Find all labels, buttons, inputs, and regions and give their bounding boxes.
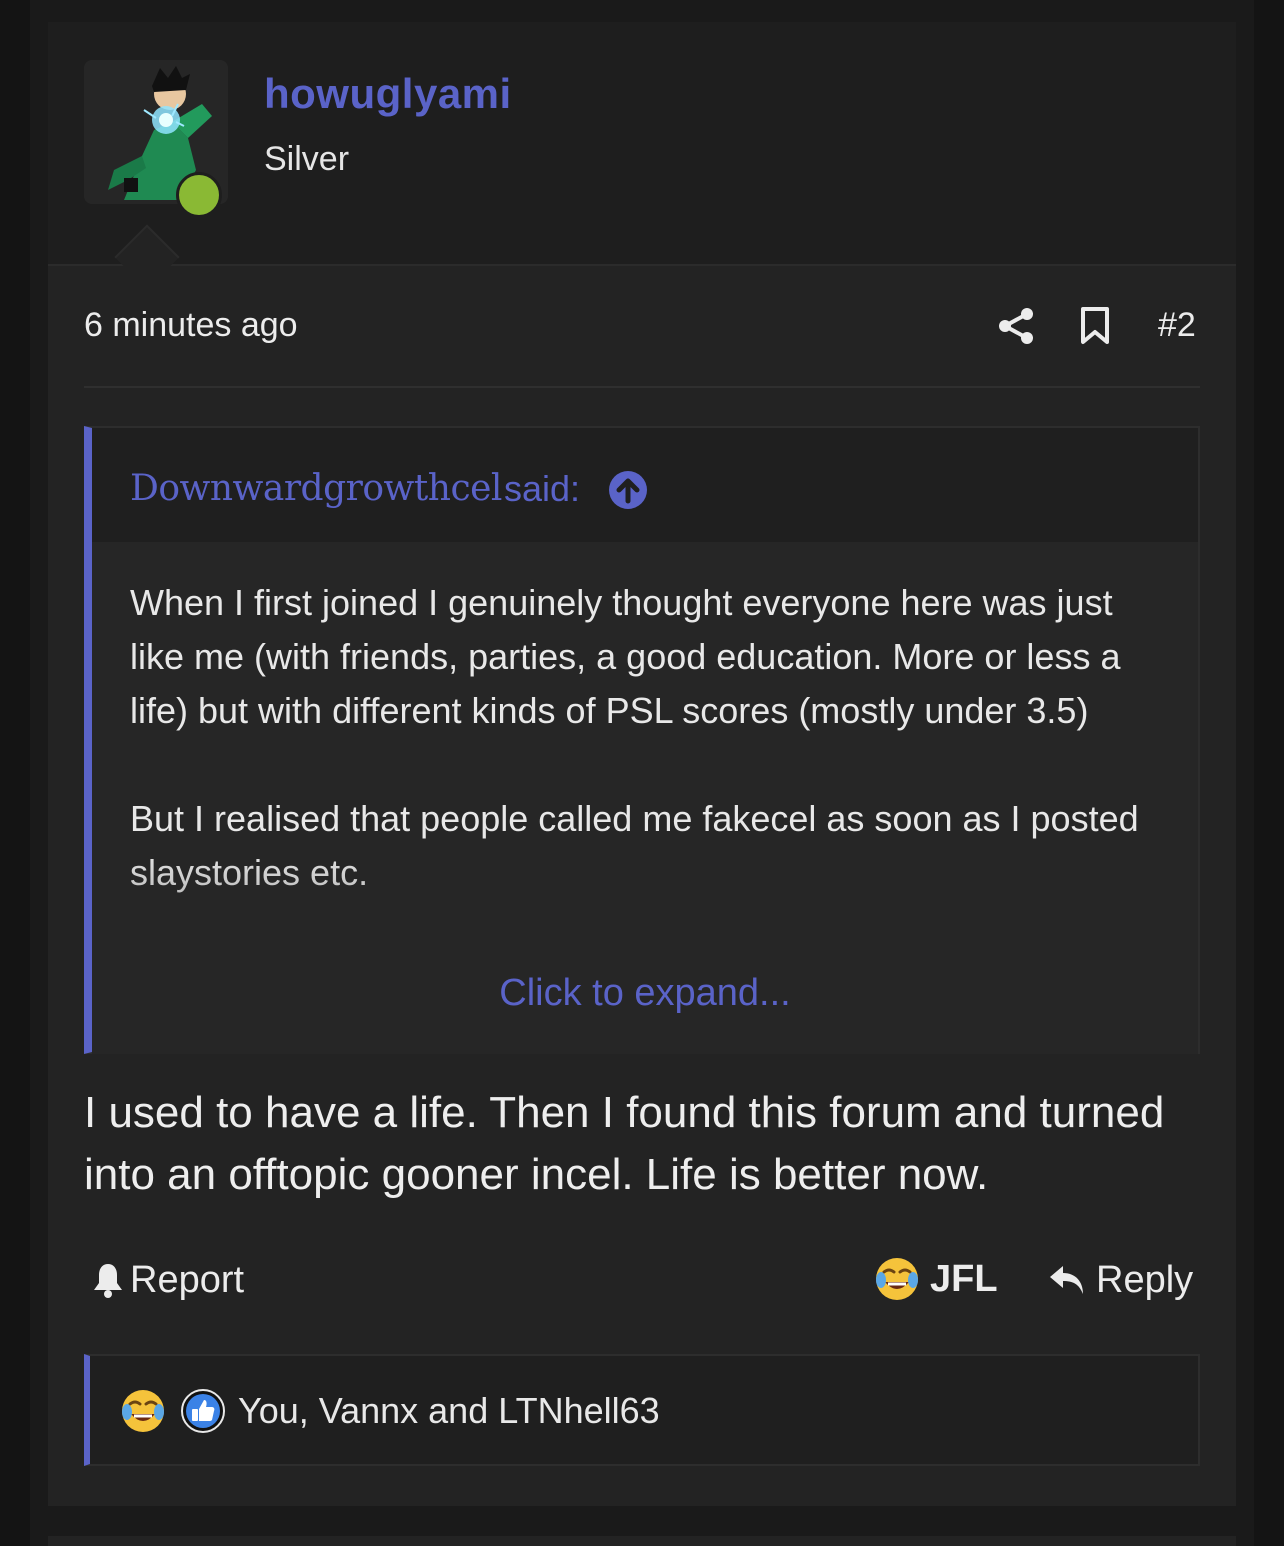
bell-icon [94,1264,122,1298]
user-rank-title: Silver [264,140,350,178]
next-post-edge [48,1536,1236,1546]
report-label: Report [130,1258,245,1301]
bookmark-icon[interactable] [1080,306,1110,346]
quote-paragraph: But I realised that people called me fak… [130,798,1139,893]
reply-label: Reply [1096,1258,1194,1301]
reaction-button[interactable]: JFL [874,1254,998,1304]
quote-header: Downwardgrowthcel said: [92,428,1198,542]
thumbs-up-icon [181,1389,225,1433]
post-actions-bar: Report JFL Reply [84,1252,1200,1308]
post-user-header: howuglyami Silver [48,22,1236,266]
page-margin-right [1254,0,1284,1546]
arrow-up-circle-icon[interactable] [608,470,648,510]
quote-block: Downwardgrowthcel said: When I first joi… [84,426,1200,1054]
click-to-expand-link[interactable]: Click to expand... [92,972,1198,1015]
reactions-summary-bar[interactable]: You, Vannx and LTNhell63 [84,1354,1200,1466]
quote-author-link[interactable]: Downwardgrowthcel [130,468,502,509]
divider [84,386,1200,388]
joy-cry-emoji-icon [122,1390,164,1432]
post-number-link[interactable]: #2 [1158,306,1196,345]
page-margin-left [0,0,30,1546]
reply-button[interactable]: Reply [1048,1258,1193,1302]
joy-cry-emoji-icon [876,1258,918,1300]
online-status-indicator [176,172,222,218]
share-icon[interactable] [996,306,1036,346]
reactions-users-list[interactable]: You, Vannx and LTNhell63 [238,1390,660,1432]
quote-said-label: said: [504,468,581,509]
quote-text: When I first joined I genuinely thought … [130,576,1170,900]
quote-paragraph: When I first joined I genuinely thought … [130,582,1121,731]
reply-arrow-icon [1050,1266,1083,1294]
post-message-body: I used to have a life. Then I found this… [84,1088,1165,1199]
forum-post: howuglyami Silver 6 minutes ago #2 Downw… [48,22,1236,1506]
post-timestamp[interactable]: 6 minutes ago [84,306,298,345]
post-meta-bar: 6 minutes ago #2 [84,304,1200,348]
username-link[interactable]: howuglyami [264,70,512,118]
report-button[interactable]: Report [92,1258,244,1302]
quote-content: When I first joined I genuinely thought … [92,542,1198,1054]
reaction-label: JFL [930,1257,998,1300]
